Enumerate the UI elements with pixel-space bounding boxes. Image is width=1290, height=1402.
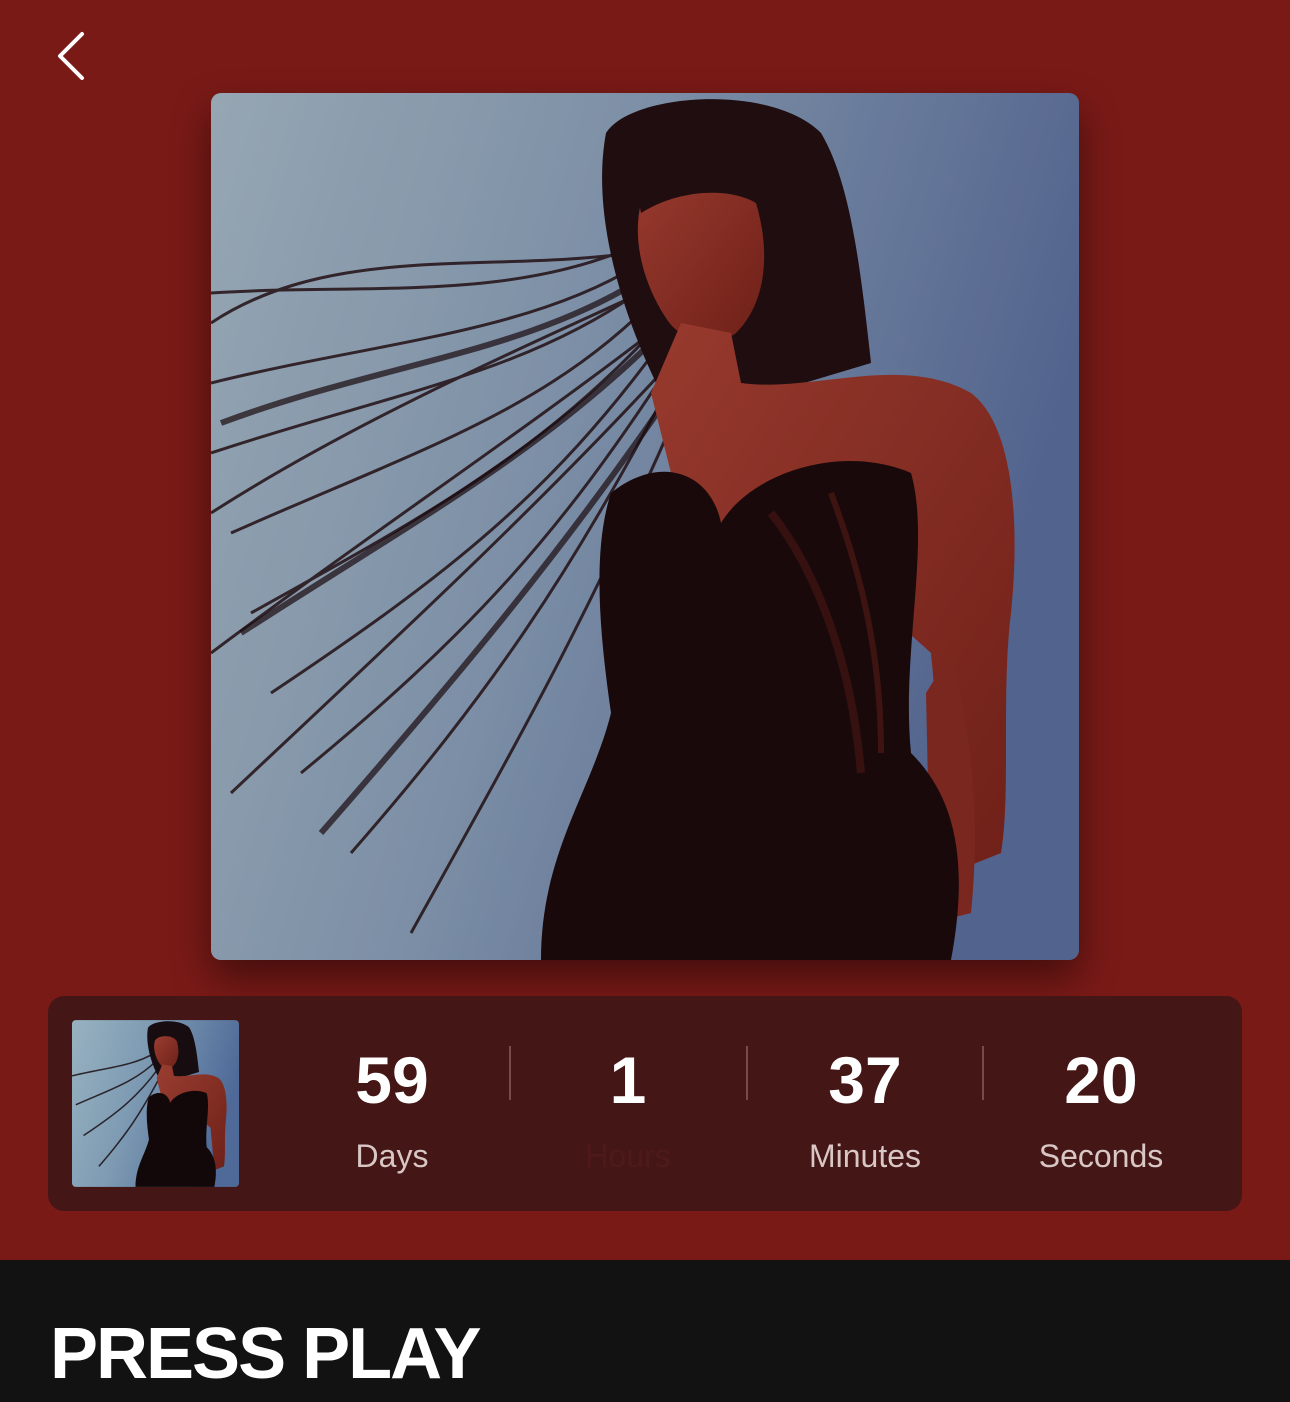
- countdown-days: 59 Days: [274, 1040, 510, 1176]
- section-title: PRESS PLAY: [50, 1314, 482, 1394]
- countdown-hours: 1 Hours: [510, 1040, 746, 1176]
- album-thumbnail: [72, 1020, 239, 1187]
- section-header: PRESS PLAY: [0, 1260, 1290, 1402]
- minutes-label: Minutes: [808, 1138, 922, 1174]
- back-button[interactable]: [40, 24, 104, 88]
- days-value: 59: [355, 1043, 429, 1117]
- seconds-value: 20: [1064, 1043, 1138, 1117]
- chevron-left-icon: [58, 32, 84, 80]
- countdown-minutes: 37 Minutes: [747, 1040, 983, 1176]
- album-cover: [211, 93, 1079, 960]
- countdown-seconds: 20 Seconds: [983, 1040, 1219, 1176]
- hours-value: 1: [609, 1043, 647, 1117]
- minutes-value: 37: [828, 1043, 902, 1117]
- hours-label: Hours: [585, 1138, 671, 1174]
- countdown-card: 59 Days 1 Hours 37 Minutes 20 Seconds: [48, 996, 1242, 1211]
- hero-section: 59 Days 1 Hours 37 Minutes 20 Seconds: [0, 0, 1290, 1260]
- seconds-label: Seconds: [1038, 1138, 1164, 1174]
- days-label: Days: [355, 1138, 429, 1174]
